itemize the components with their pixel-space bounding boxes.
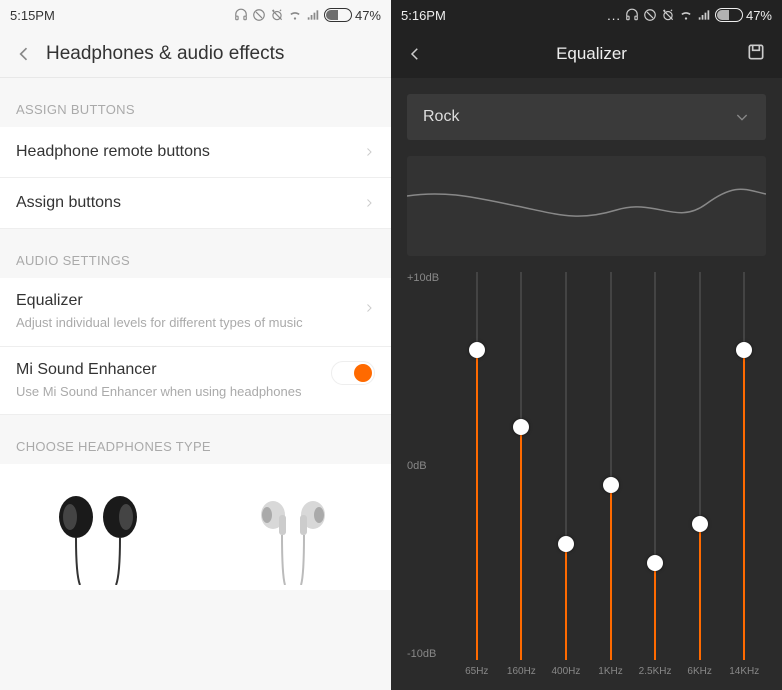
screen-header: Headphones & audio effects: [0, 30, 391, 78]
item-label: Headphone remote buttons: [16, 143, 210, 161]
y-label-bot: -10dB: [407, 648, 447, 660]
battery-indicator: 47%: [324, 8, 381, 23]
y-label-top: +10dB: [407, 272, 447, 284]
save-preset-button[interactable]: [746, 42, 770, 66]
screen-header: Equalizer: [391, 30, 782, 78]
chevron-right-icon: [363, 197, 375, 209]
alarm-off-icon: [270, 8, 284, 22]
eq-curve-preview: [407, 156, 766, 256]
eq-band-slider[interactable]: [544, 272, 588, 660]
signal-icon: [306, 8, 320, 22]
eq-band-slider[interactable]: [500, 272, 544, 660]
page-title: Equalizer: [437, 44, 746, 64]
freq-label: 14KHz: [722, 666, 766, 690]
headphone-remote-buttons[interactable]: Headphone remote buttons: [0, 127, 391, 178]
slider-track: [610, 272, 612, 660]
item-label: Equalizer: [16, 292, 363, 310]
slider-knob[interactable]: [469, 342, 485, 358]
more-icon: ...: [607, 8, 621, 23]
slider-track: [476, 272, 478, 660]
section-assign-buttons-label: ASSIGN BUTTONS: [0, 78, 391, 127]
preset-selector[interactable]: Rock: [407, 94, 766, 140]
item-subtitle: Use Mi Sound Enhancer when using headpho…: [16, 383, 331, 401]
settings-screen: 5:15PM 47% Headphones & audio effects AS…: [0, 0, 391, 690]
freq-label: 2.5KHz: [633, 666, 677, 690]
eq-band-slider[interactable]: [633, 272, 677, 660]
section-audio-settings-label: AUDIO SETTINGS: [0, 229, 391, 278]
freq-label: 6KHz: [678, 666, 722, 690]
sync-off-icon: [643, 8, 657, 22]
slider-knob[interactable]: [647, 555, 663, 571]
eq-band-slider[interactable]: [678, 272, 722, 660]
eq-band-slider[interactable]: [455, 272, 499, 660]
status-time: 5:15PM: [10, 8, 55, 23]
status-icons: ... 47%: [607, 8, 772, 23]
slider-track: [699, 272, 701, 660]
status-time: 5:16PM: [401, 8, 446, 23]
slider-knob[interactable]: [603, 477, 619, 493]
item-label: Assign buttons: [16, 194, 121, 212]
headphones-icon: [234, 8, 248, 22]
wifi-icon: [288, 8, 302, 22]
page-title: Headphones & audio effects: [46, 43, 284, 65]
headphone-type-earbud-black[interactable]: [0, 480, 196, 590]
status-icons: 47%: [234, 8, 381, 23]
y-label-mid: 0dB: [407, 460, 447, 472]
chevron-right-icon: [363, 146, 375, 158]
battery-percent: 47%: [355, 8, 381, 23]
chevron-down-icon: [734, 109, 750, 125]
alarm-off-icon: [661, 8, 675, 22]
signal-icon: [697, 8, 711, 22]
assign-buttons[interactable]: Assign buttons: [0, 178, 391, 229]
equalizer-item[interactable]: Equalizer Adjust individual levels for d…: [0, 278, 391, 347]
item-label: Mi Sound Enhancer: [16, 361, 331, 379]
back-button[interactable]: [403, 42, 427, 66]
headphones-icon: [625, 8, 639, 22]
freq-label: 65Hz: [455, 666, 499, 690]
preset-name: Rock: [423, 108, 459, 126]
x-axis-labels: 65Hz160Hz400Hz1KHz2.5KHz6KHz14KHz: [455, 666, 766, 690]
slider-knob[interactable]: [736, 342, 752, 358]
slider-track: [565, 272, 567, 660]
eq-band-slider[interactable]: [722, 272, 766, 660]
sync-off-icon: [252, 8, 266, 22]
freq-label: 160Hz: [500, 666, 544, 690]
slider-track: [520, 272, 522, 660]
freq-label: 400Hz: [544, 666, 588, 690]
eq-band-slider[interactable]: [589, 272, 633, 660]
enhancer-toggle[interactable]: [331, 361, 375, 385]
equalizer-sliders: +10dB 0dB -10dB 65Hz160Hz400Hz1KHz2.5KHz…: [407, 272, 766, 690]
chevron-right-icon: [363, 302, 375, 314]
status-bar: 5:15PM 47%: [0, 0, 391, 30]
mi-sound-enhancer-item: Mi Sound Enhancer Use Mi Sound Enhancer …: [0, 347, 391, 416]
battery-indicator: 47%: [715, 8, 772, 23]
status-bar: 5:16PM ... 47%: [391, 0, 782, 30]
battery-percent: 47%: [746, 8, 772, 23]
back-button[interactable]: [12, 42, 36, 66]
item-subtitle: Adjust individual levels for different t…: [16, 314, 363, 332]
section-headphones-type-label: CHOOSE HEADPHONES TYPE: [0, 415, 391, 464]
slider-knob[interactable]: [513, 419, 529, 435]
slider-track: [654, 272, 656, 660]
slider-knob[interactable]: [692, 516, 708, 532]
freq-label: 1KHz: [589, 666, 633, 690]
equalizer-screen: 5:16PM ... 47% Equalizer Rock: [391, 0, 782, 690]
slider-knob[interactable]: [558, 536, 574, 552]
headphone-type-inear-white[interactable]: [196, 480, 392, 590]
wifi-icon: [679, 8, 693, 22]
y-axis-labels: +10dB 0dB -10dB: [407, 272, 447, 660]
headphones-type-row: [0, 464, 391, 590]
slider-track: [743, 272, 745, 660]
